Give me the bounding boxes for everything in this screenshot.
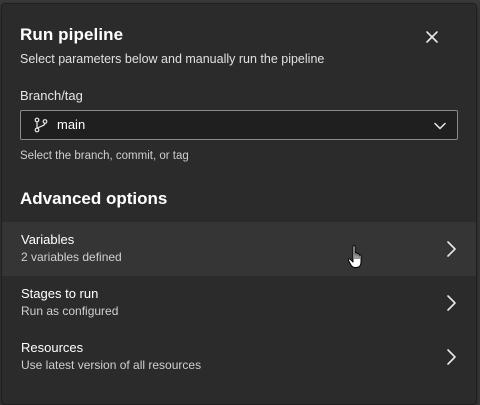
close-icon [426, 31, 438, 43]
chevron-right-icon [447, 349, 456, 365]
dialog-title: Run pipeline [20, 25, 124, 44]
advanced-options-title: Advanced options [20, 189, 168, 208]
chevron-right-icon [447, 295, 456, 311]
dialog-subtitle: Select parameters below and manually run… [20, 52, 325, 66]
chevron-down-icon [434, 122, 446, 130]
option-subtitle: Use latest version of all resources [21, 358, 202, 372]
option-subtitle: 2 variables defined [21, 250, 122, 264]
option-title: Stages to run [21, 286, 99, 301]
branch-hint: Select the branch, commit, or tag [20, 150, 189, 162]
close-button[interactable] [420, 25, 444, 49]
resources-option[interactable]: Resources Use latest version of all reso… [2, 330, 476, 384]
branch-tag-label: Branch/tag [20, 88, 83, 103]
run-pipeline-dialog: Run pipeline Select parameters below and… [1, 3, 477, 405]
git-branch-icon [34, 117, 48, 133]
option-subtitle: Run as configured [21, 304, 119, 318]
option-title: Resources [21, 340, 84, 355]
branch-select-value: main [57, 117, 86, 132]
branch-select[interactable]: main [20, 110, 458, 140]
option-title: Variables [21, 232, 75, 247]
variables-option[interactable]: Variables 2 variables defined [2, 222, 476, 276]
chevron-right-icon [447, 241, 456, 257]
stages-to-run-option[interactable]: Stages to run Run as configured [2, 276, 476, 330]
